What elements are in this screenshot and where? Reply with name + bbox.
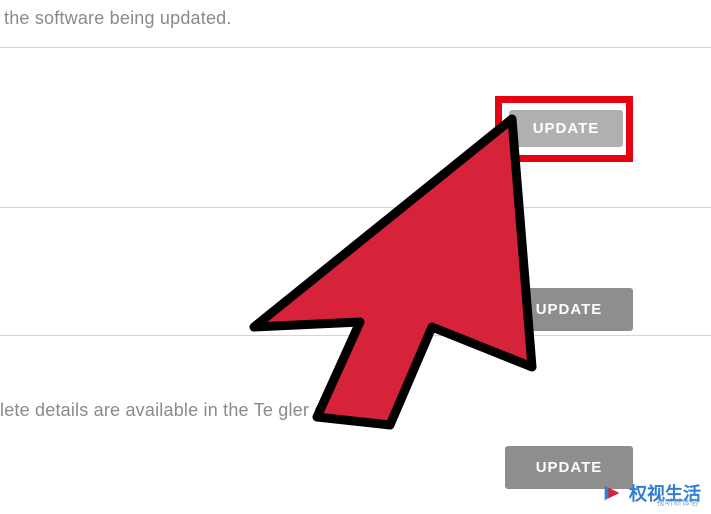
watermark-subtext: 视听新体验 xyxy=(657,497,700,508)
section-update-2: UPDATE xyxy=(0,208,711,336)
watermark: 权视生活 视听新体验 xyxy=(601,480,701,506)
watermark-logo-icon xyxy=(601,482,623,504)
description-text-2: lete details are available in the Te gle… xyxy=(0,400,354,421)
section-top: the software being updated. xyxy=(0,0,711,48)
section-update-1: UPDATE xyxy=(0,48,711,208)
description-text-1: the software being updated. xyxy=(4,8,232,28)
highlight-box xyxy=(495,96,633,162)
update-button-2[interactable]: UPDATE xyxy=(505,288,633,331)
